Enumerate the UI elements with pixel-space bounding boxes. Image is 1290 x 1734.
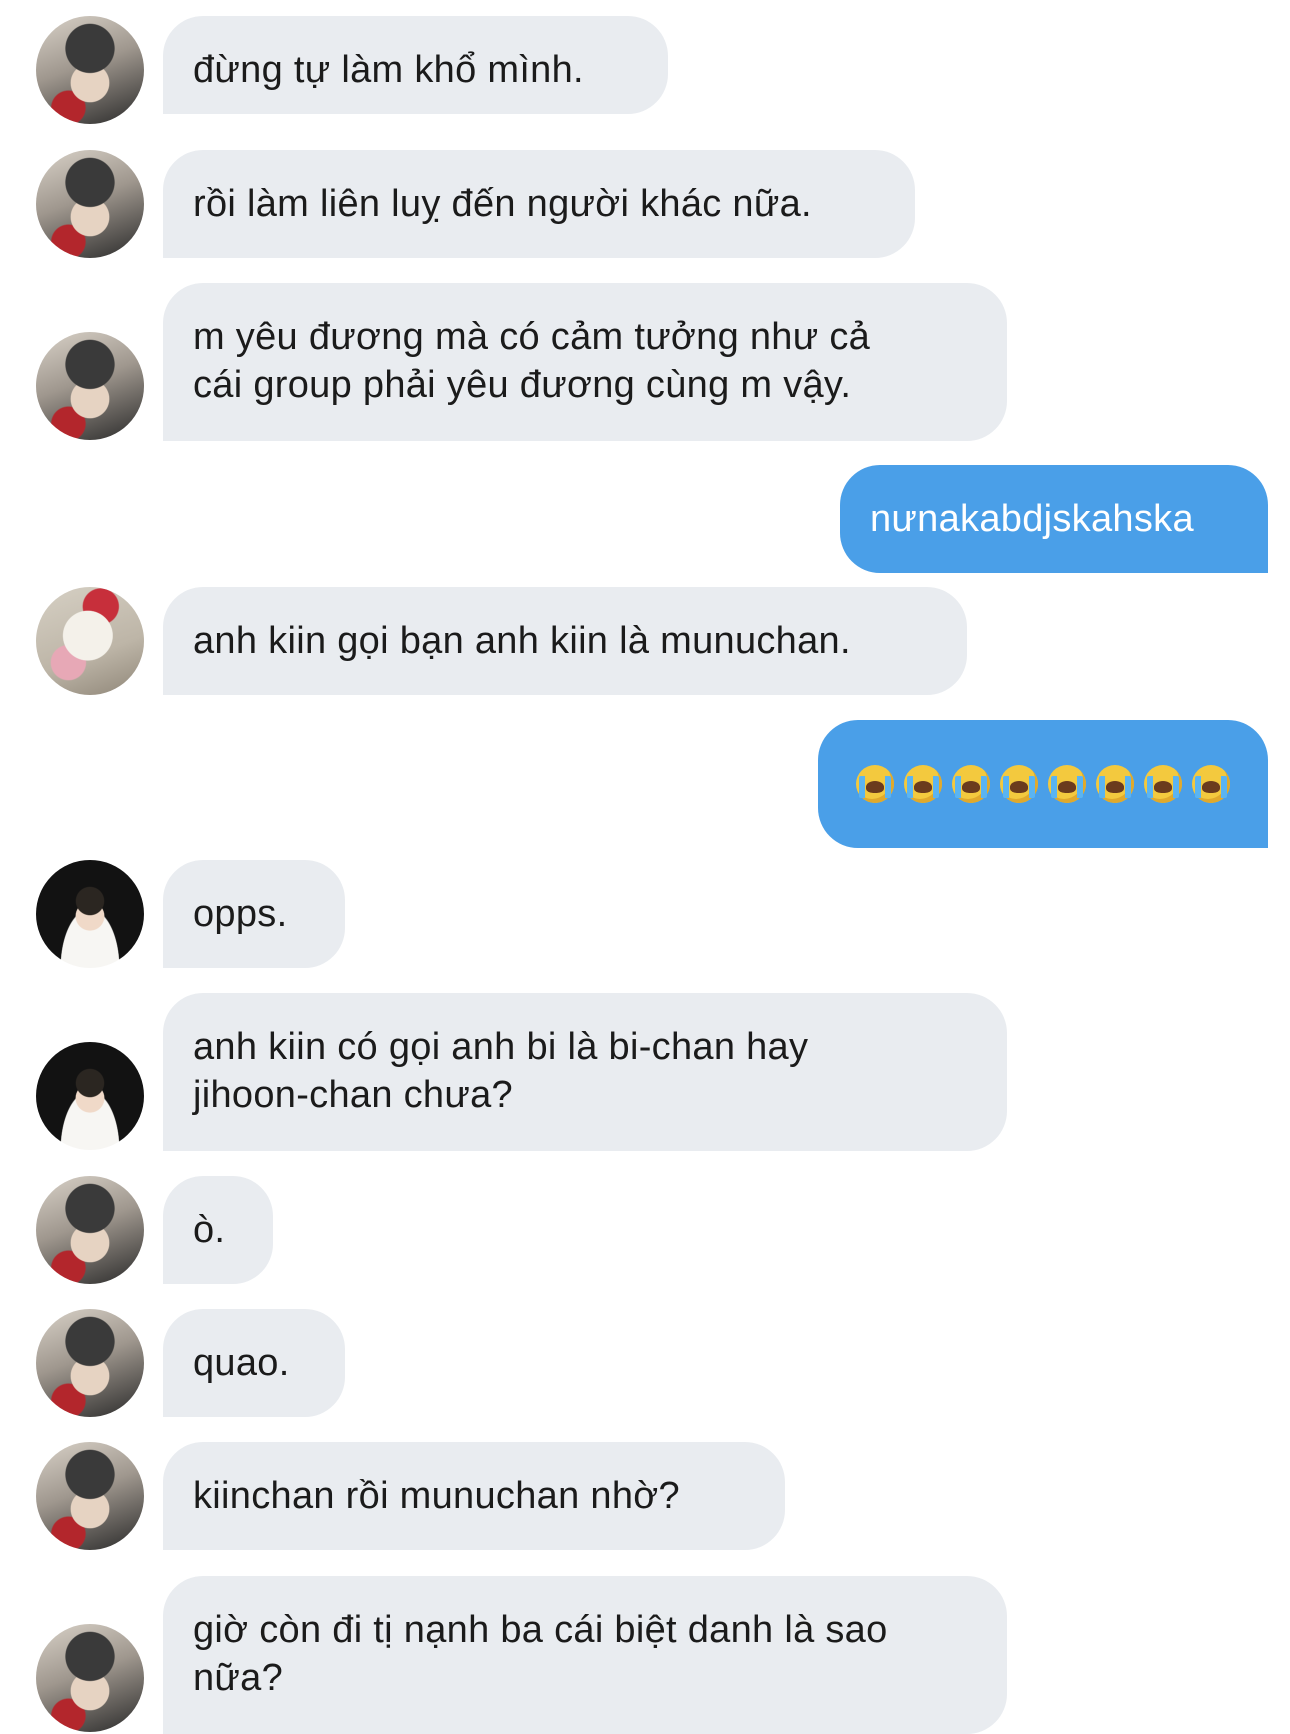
message-text: quao. — [193, 1342, 290, 1384]
message-text: đừng tự làm khổ mình. — [193, 49, 584, 91]
message-bubble-incoming[interactable]: anh kiin có gọi anh bi là bi-chan hay ji… — [163, 993, 1007, 1151]
loudly-crying-face-icon — [1192, 765, 1230, 803]
message-bubble-incoming[interactable]: kiinchan rồi munuchan nhờ? — [163, 1442, 785, 1550]
loudly-crying-face-icon — [1048, 765, 1086, 803]
message-bubble-incoming[interactable]: rồi làm liên luỵ đến người khác nữa. — [163, 150, 915, 258]
message-bubble-incoming[interactable]: m yêu đương mà có cảm tưởng như cả cái g… — [163, 283, 1007, 441]
avatar[interactable] — [36, 332, 144, 440]
avatar[interactable] — [36, 860, 144, 968]
avatar[interactable] — [36, 1042, 144, 1150]
avatar[interactable] — [36, 1309, 144, 1417]
avatar[interactable] — [36, 1442, 144, 1550]
loudly-crying-face-icon — [952, 765, 990, 803]
message-bubble-incoming[interactable]: opps. — [163, 860, 345, 968]
avatar[interactable] — [36, 16, 144, 124]
message-bubble-incoming[interactable]: đừng tự làm khổ mình. — [163, 16, 668, 114]
loudly-crying-face-icon — [1144, 765, 1182, 803]
avatar[interactable] — [36, 1624, 144, 1732]
avatar[interactable] — [36, 587, 144, 695]
message-bubble-incoming[interactable]: giờ còn đi tị nạnh ba cái biệt danh là s… — [163, 1576, 1007, 1734]
loudly-crying-face-icon — [856, 765, 894, 803]
message-bubble-incoming[interactable]: quao. — [163, 1309, 345, 1417]
message-text: kiinchan rồi munuchan nhờ? — [193, 1475, 680, 1517]
message-text: opps. — [193, 893, 288, 935]
loudly-crying-face-icon — [1096, 765, 1134, 803]
message-bubble-outgoing[interactable]: nưnakabdjskahska — [840, 465, 1268, 573]
loudly-crying-face-icon — [904, 765, 942, 803]
message-bubble-incoming[interactable]: ò. — [163, 1176, 273, 1284]
message-text: anh kiin gọi bạn anh kiin là munuchan. — [193, 620, 851, 662]
loudly-crying-face-icon — [1000, 765, 1038, 803]
message-bubble-incoming[interactable]: anh kiin gọi bạn anh kiin là munuchan. — [163, 587, 967, 695]
message-text: ò. — [193, 1209, 226, 1251]
message-text: nưnakabdjskahska — [870, 498, 1194, 540]
emoji-row — [838, 720, 1248, 848]
message-text: m yêu đương mà có cảm tưởng như cả cái g… — [193, 316, 871, 406]
message-text: giờ còn đi tị nạnh ba cái biệt danh là s… — [193, 1609, 888, 1699]
message-text: rồi làm liên luỵ đến người khác nữa. — [193, 183, 812, 225]
message-text: anh kiin có gọi anh bi là bi-chan hay ji… — [193, 1026, 809, 1116]
avatar[interactable] — [36, 150, 144, 258]
message-bubble-outgoing[interactable] — [818, 720, 1268, 848]
avatar[interactable] — [36, 1176, 144, 1284]
